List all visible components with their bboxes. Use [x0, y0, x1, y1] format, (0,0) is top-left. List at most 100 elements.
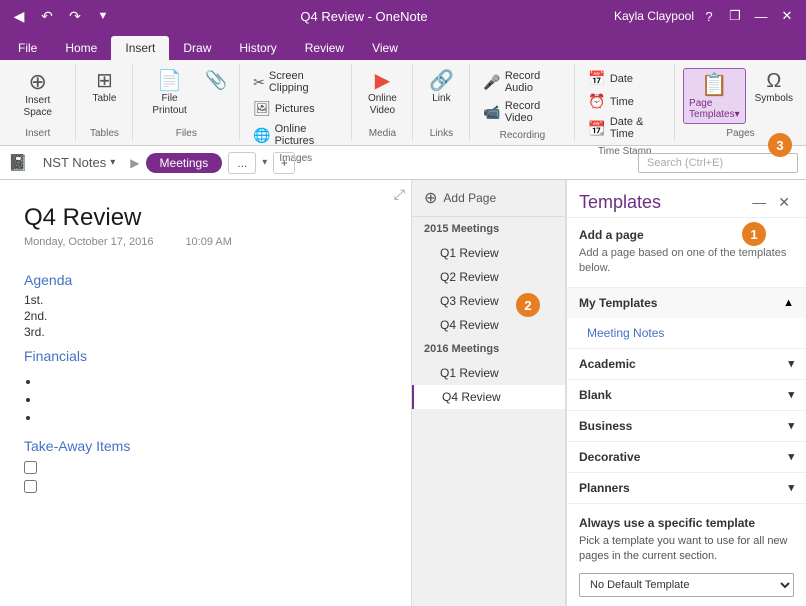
- undo-icon[interactable]: ↶: [36, 5, 58, 27]
- notebook-name-button[interactable]: NST Notes ▾: [34, 150, 124, 175]
- takeaway-heading: Take-Away Items: [0, 430, 411, 458]
- panel-close-button[interactable]: ✕: [774, 192, 794, 213]
- ribbon-content: ⊕ Insert Space Insert ⊞ Table Tables 📄 F…: [0, 60, 806, 146]
- tab-view[interactable]: View: [358, 36, 412, 60]
- financials-item-2: [40, 390, 387, 408]
- ribbon-group-media-label: Media: [369, 124, 396, 141]
- online-video-icon: ▶: [375, 71, 390, 91]
- academic-chevron-icon: ▾: [788, 357, 794, 370]
- time-button[interactable]: ⏰ Time: [583, 91, 666, 112]
- ribbon-group-images: ✂ Screen Clipping 🖼 Pictures 🌐 Online Pi…: [240, 64, 352, 141]
- screen-clipping-button[interactable]: ✂ Screen Clipping: [248, 68, 343, 96]
- checkbox-1[interactable]: [24, 461, 37, 474]
- symbols-button[interactable]: Ω Symbols: [750, 68, 798, 108]
- decorative-category[interactable]: Decorative ▾: [567, 441, 806, 472]
- tab-home[interactable]: Home: [51, 36, 111, 60]
- pictures-button[interactable]: 🖼 Pictures: [248, 98, 343, 119]
- checkbox-2[interactable]: [24, 480, 37, 493]
- record-video-label: Record Video: [505, 100, 562, 124]
- notebook-icon: 📓: [8, 153, 28, 173]
- planners-category[interactable]: Planners ▾: [567, 472, 806, 503]
- expand-button[interactable]: ⤢: [394, 186, 405, 203]
- add-page-button[interactable]: ⊕ Add Page: [412, 180, 565, 217]
- record-audio-button[interactable]: 🎤 Record Audio: [478, 68, 566, 96]
- tab-draw[interactable]: Draw: [169, 36, 225, 60]
- section-header-2015: 2015 Meetings: [412, 217, 565, 241]
- online-video-button[interactable]: ▶ OnlineVideo: [360, 68, 404, 120]
- title-bar-left: ◀ ↶ ↷ ▼: [8, 5, 114, 27]
- file-printout-button[interactable]: 📄 File Printout: [141, 68, 197, 120]
- ribbon-group-tables-label: Tables: [90, 124, 119, 141]
- restore-button[interactable]: ❐: [724, 5, 746, 27]
- tab-insert[interactable]: Insert: [111, 36, 169, 60]
- tab-review[interactable]: Review: [291, 36, 358, 60]
- ribbon-tabs: File Home Insert Draw History Review Vie…: [0, 32, 806, 60]
- symbols-icon: Ω: [766, 71, 781, 91]
- link-button[interactable]: 🔗 Link: [421, 68, 461, 108]
- online-pictures-button[interactable]: 🌐 Online Pictures: [248, 121, 343, 149]
- ribbon-group-media: ▶ OnlineVideo Media: [352, 64, 413, 141]
- link-icon: 🔗: [429, 71, 454, 91]
- panel-collapse-button[interactable]: —: [748, 192, 770, 213]
- my-templates-content: Meeting Notes: [567, 318, 806, 348]
- my-templates-toggle[interactable]: My Templates ▲: [567, 288, 806, 318]
- decorative-label: Decorative: [579, 450, 640, 464]
- academic-category[interactable]: Academic ▾: [567, 348, 806, 379]
- close-button[interactable]: ✕: [776, 5, 798, 27]
- record-video-button[interactable]: 📹 Record Video: [478, 98, 566, 126]
- badge-3: 3: [768, 133, 792, 157]
- online-pictures-label: Online Pictures: [275, 123, 339, 147]
- redo-icon[interactable]: ↷: [64, 5, 86, 27]
- meeting-notes-template[interactable]: Meeting Notes: [567, 322, 806, 344]
- ribbon-group-links: 🔗 Link Links: [413, 64, 470, 141]
- ribbon-group-recording: 🎤 Record Audio 📹 Record Video Recording: [470, 64, 575, 141]
- help-button[interactable]: ?: [698, 5, 720, 27]
- screen-clipping-label: Screen Clipping: [269, 70, 339, 94]
- minimize-button[interactable]: —: [750, 5, 772, 27]
- note-area: ⤢ Q4 Review Monday, October 17, 2016 10:…: [0, 180, 411, 606]
- meetings-tab[interactable]: Meetings: [146, 153, 223, 173]
- blank-category[interactable]: Blank ▾: [567, 379, 806, 410]
- record-audio-label: Record Audio: [505, 70, 562, 94]
- page-q1-2016[interactable]: Q1 Review: [412, 361, 565, 385]
- date-button[interactable]: 📅 Date: [583, 68, 666, 89]
- default-template-select[interactable]: No Default Template: [579, 573, 794, 597]
- table-icon: ⊞: [96, 71, 113, 91]
- checkbox-item-1: [0, 458, 411, 477]
- table-button[interactable]: ⊞ Table: [84, 68, 124, 108]
- tab-history[interactable]: History: [225, 36, 290, 60]
- time-icon: ⏰: [588, 93, 605, 110]
- tab-file[interactable]: File: [4, 36, 51, 60]
- page-q2-2015[interactable]: Q2 Review: [412, 265, 565, 289]
- my-templates-chevron-icon: ▲: [783, 297, 794, 309]
- pin-icon[interactable]: ▼: [92, 5, 114, 27]
- insert-space-button[interactable]: ⊕ Insert Space: [8, 68, 67, 122]
- page-q3-2015[interactable]: Q3 Review: [412, 289, 565, 313]
- page-list: ⊕ Add Page 2015 Meetings Q1 Review Q2 Re…: [411, 180, 566, 606]
- ribbon-group-pages: 📋 PageTemplates▾ Ω Symbols Pages: [675, 64, 806, 141]
- file-attach-button[interactable]: 📎: [202, 68, 231, 92]
- financials-item-1: [40, 372, 387, 390]
- pictures-label: Pictures: [275, 103, 315, 115]
- agenda-heading: Agenda: [0, 264, 411, 292]
- date-time-icon: 📆: [588, 120, 605, 137]
- page-templates-button[interactable]: 📋 PageTemplates▾: [683, 68, 746, 124]
- note-time-value: 10:09 AM: [185, 236, 231, 248]
- title-bar-right: Kayla Claypool ? ❐ — ✕: [614, 5, 798, 27]
- pictures-icon: 🖼: [253, 100, 271, 117]
- page-q4-2015[interactable]: Q4 Review: [412, 313, 565, 337]
- timestamp-col: 📅 Date ⏰ Time 📆 Date & Time: [583, 68, 666, 142]
- file-printout-icon: 📄: [157, 71, 182, 91]
- add-tab-button[interactable]: +: [273, 152, 295, 174]
- online-video-label: OnlineVideo: [368, 93, 397, 117]
- page-q1-2015[interactable]: Q1 Review: [412, 241, 565, 265]
- back-icon[interactable]: ◀: [8, 5, 30, 27]
- date-time-button[interactable]: 📆 Date & Time: [583, 114, 666, 142]
- title-bar: ◀ ↶ ↷ ▼ Q4 Review - OneNote Kayla Claypo…: [0, 0, 806, 32]
- business-category[interactable]: Business ▾: [567, 410, 806, 441]
- blank-label: Blank: [579, 388, 612, 402]
- more-tabs-button[interactable]: ...: [228, 152, 256, 174]
- page-templates-icon: 📋: [701, 72, 728, 98]
- page-q4-review-active[interactable]: Q4 Review: [412, 385, 565, 409]
- section-header-2016: 2016 Meetings: [412, 337, 565, 361]
